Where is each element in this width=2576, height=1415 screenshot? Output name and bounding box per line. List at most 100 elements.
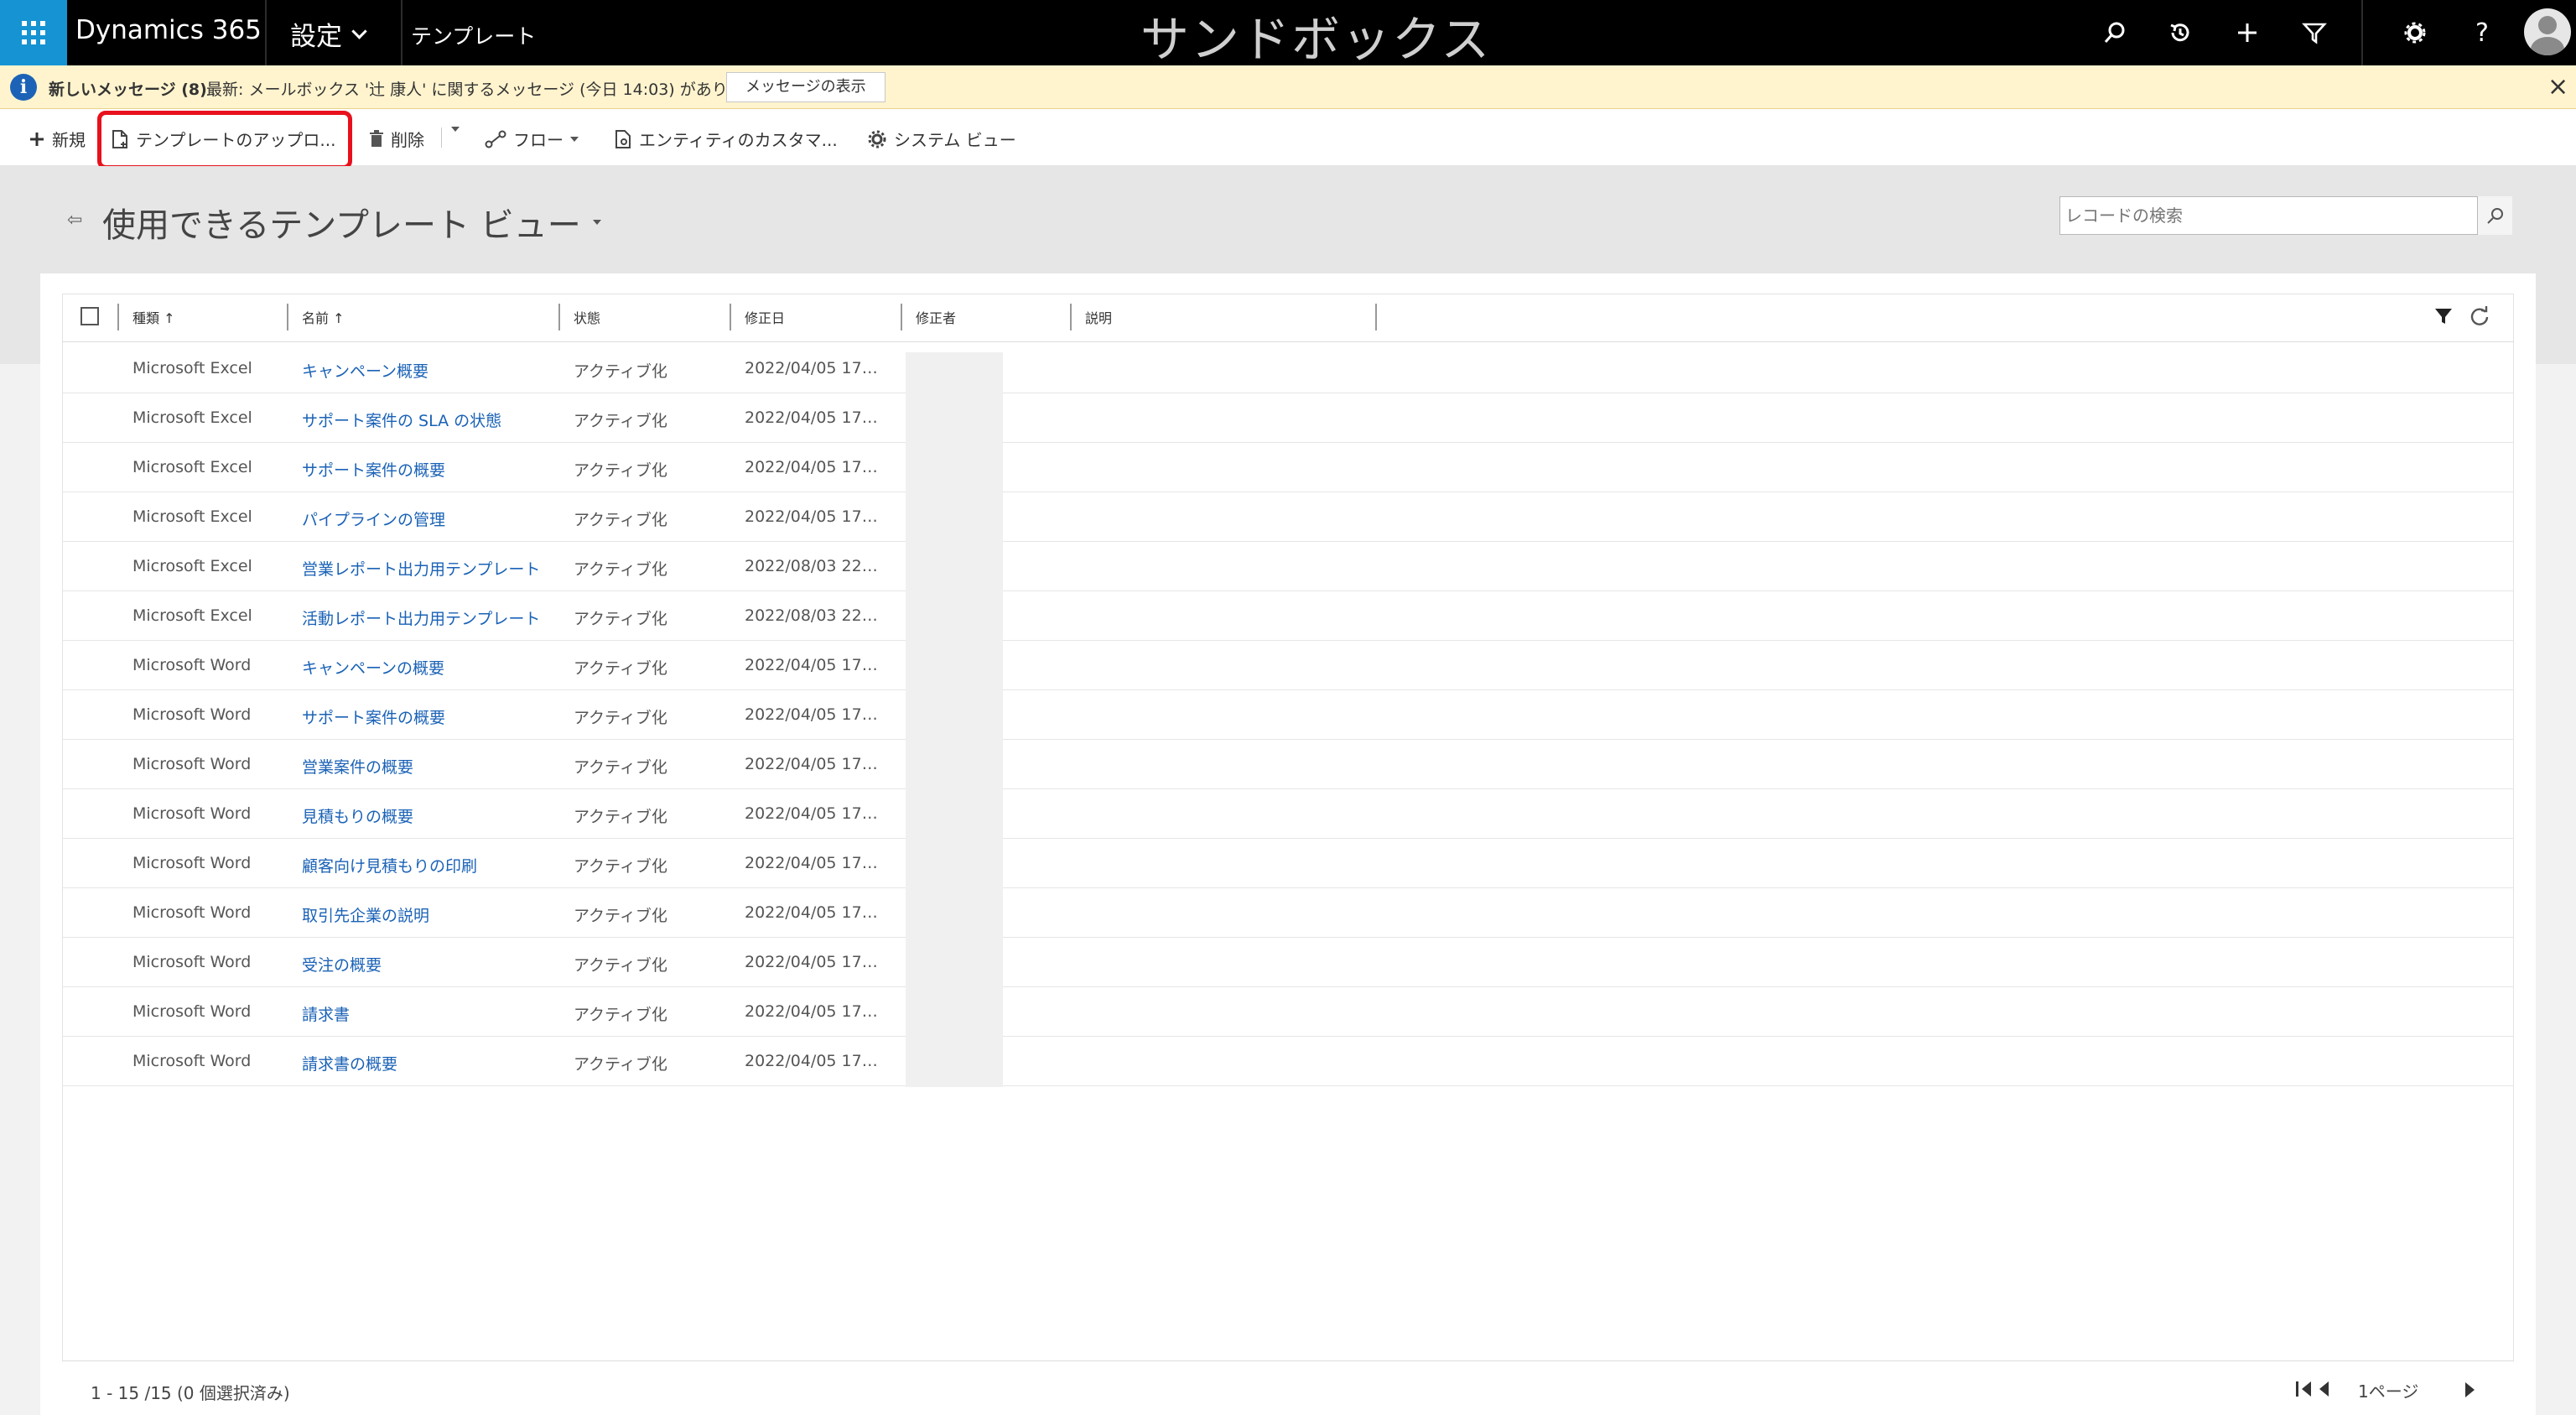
cell-name-link[interactable]: 活動レポート出力用テンプレート bbox=[302, 606, 540, 629]
table-row[interactable]: Microsoft Excel パイプラインの管理 アクティブ化 2022/04… bbox=[62, 492, 2514, 542]
table-row[interactable]: Microsoft Word 営業案件の概要 アクティブ化 2022/04/05… bbox=[62, 740, 2514, 789]
app-brand[interactable]: Dynamics 365 bbox=[75, 15, 262, 45]
grid-tools bbox=[2433, 305, 2490, 327]
gear-icon[interactable] bbox=[2398, 16, 2432, 49]
search-box bbox=[2059, 196, 2512, 235]
cell-name-link[interactable]: 請求書 bbox=[302, 1002, 350, 1025]
app-launcher-button[interactable] bbox=[0, 0, 67, 65]
table-row[interactable]: Microsoft Excel サポート案件の SLA の状態 アクティブ化 2… bbox=[62, 393, 2514, 443]
refresh-icon[interactable] bbox=[2469, 305, 2490, 327]
column-header-type[interactable]: 種類 ↑ bbox=[132, 307, 175, 327]
table-row[interactable]: Microsoft Word 顧客向け見積もりの印刷 アクティブ化 2022/0… bbox=[62, 839, 2514, 888]
column-header-modified-by[interactable]: 修正者 bbox=[916, 307, 956, 327]
view-messages-button[interactable]: メッセージの表示 bbox=[726, 72, 886, 102]
table-row[interactable]: Microsoft Word 受注の概要 アクティブ化 2022/04/05 1… bbox=[62, 938, 2514, 987]
caret-down-icon bbox=[592, 220, 601, 225]
column-divider bbox=[558, 304, 560, 330]
customize-document-icon bbox=[615, 129, 631, 148]
more-commands-dropdown[interactable] bbox=[451, 127, 460, 132]
search-input[interactable] bbox=[2060, 197, 2476, 234]
cell-type: Microsoft Excel bbox=[132, 606, 252, 625]
column-divider bbox=[901, 304, 902, 330]
cell-type: Microsoft Excel bbox=[132, 359, 252, 377]
table-row[interactable]: Microsoft Word キャンペーンの概要 アクティブ化 2022/04/… bbox=[62, 641, 2514, 690]
delete-button[interactable]: 削除 bbox=[369, 127, 424, 151]
history-icon[interactable] bbox=[2163, 16, 2197, 49]
cell-name-link[interactable]: 見積もりの概要 bbox=[302, 804, 413, 827]
pin-icon[interactable]: ⇦ bbox=[67, 210, 82, 231]
breadcrumb-entity[interactable]: テンプレート bbox=[411, 20, 536, 50]
table-row[interactable]: Microsoft Word 取引先企業の説明 アクティブ化 2022/04/0… bbox=[62, 888, 2514, 938]
cell-type: Microsoft Word bbox=[132, 1002, 252, 1021]
system-view-button[interactable]: システム ビュー bbox=[867, 127, 1016, 151]
cell-name-link[interactable]: 顧客向け見積もりの印刷 bbox=[302, 854, 477, 877]
customize-entity-label: エンティティのカスタマ... bbox=[639, 130, 838, 150]
view-selector[interactable]: 使用できるテンプレート ビュー bbox=[102, 198, 601, 247]
cell-name-link[interactable]: サポート案件の概要 bbox=[302, 458, 445, 481]
table-row[interactable]: Microsoft Excel 営業レポート出力用テンプレート アクティブ化 2… bbox=[62, 542, 2514, 591]
area-selector[interactable]: 設定 bbox=[290, 15, 367, 53]
grid-footer: 1 - 15 /15 (0 個選択済み) 1ページ bbox=[62, 1360, 2514, 1415]
cell-name-link[interactable]: 取引先企業の説明 bbox=[302, 903, 429, 926]
cell-modified-on: 2022/04/05 17… bbox=[745, 903, 878, 922]
cell-type: Microsoft Word bbox=[132, 953, 252, 971]
cell-status: アクティブ化 bbox=[574, 808, 667, 826]
filter-icon[interactable] bbox=[2298, 16, 2331, 49]
new-button[interactable]: 新規 bbox=[29, 127, 86, 151]
plus-icon[interactable] bbox=[2231, 16, 2264, 49]
top-navigation-bar: Dynamics 365 設定 テンプレート サンドボックス ? bbox=[0, 0, 2576, 68]
cell-status: アクティブ化 bbox=[574, 659, 667, 678]
cell-modified-on: 2022/04/05 17… bbox=[745, 507, 878, 526]
system-view-label: システム ビュー bbox=[894, 130, 1016, 150]
table-row[interactable]: Microsoft Excel キャンペーン概要 アクティブ化 2022/04/… bbox=[62, 344, 2514, 393]
cell-modified-on: 2022/04/05 17… bbox=[745, 408, 878, 427]
cell-name-link[interactable]: 請求書の概要 bbox=[302, 1052, 397, 1074]
cell-modified-on: 2022/08/03 22… bbox=[745, 557, 878, 575]
table-row[interactable]: Microsoft Word 見積もりの概要 アクティブ化 2022/04/05… bbox=[62, 789, 2514, 839]
search-button[interactable] bbox=[2477, 196, 2512, 235]
cell-type: Microsoft Word bbox=[132, 755, 252, 773]
flow-button[interactable]: フロー bbox=[485, 127, 579, 151]
help-icon[interactable]: ? bbox=[2465, 16, 2499, 49]
cell-name-link[interactable]: サポート案件の SLA の状態 bbox=[302, 408, 501, 431]
cell-status: アクティブ化 bbox=[574, 511, 667, 529]
column-header-modified-on[interactable]: 修正日 bbox=[745, 307, 785, 327]
table-row[interactable]: Microsoft Excel サポート案件の概要 アクティブ化 2022/04… bbox=[62, 443, 2514, 492]
search-icon[interactable] bbox=[2098, 16, 2132, 49]
cell-name-link[interactable]: サポート案件の概要 bbox=[302, 705, 445, 728]
table-row[interactable]: Microsoft Word 請求書 アクティブ化 2022/04/05 17… bbox=[62, 987, 2514, 1037]
cell-name-link[interactable]: 営業レポート出力用テンプレート bbox=[302, 557, 540, 580]
column-header-name[interactable]: 名前 ↑ bbox=[302, 307, 345, 327]
cell-status: アクティブ化 bbox=[574, 907, 667, 925]
cell-name-link[interactable]: キャンペーンの概要 bbox=[302, 656, 444, 679]
table-row[interactable]: Microsoft Excel 活動レポート出力用テンプレート アクティブ化 2… bbox=[62, 591, 2514, 641]
waffle-icon bbox=[22, 21, 45, 44]
cell-modified-on: 2022/04/05 17… bbox=[745, 804, 878, 823]
gear-icon bbox=[868, 130, 886, 148]
next-page-button[interactable] bbox=[2465, 1381, 2475, 1402]
grid-header bbox=[62, 294, 2514, 342]
customize-entity-button[interactable]: エンティティのカスタマ... bbox=[614, 127, 838, 151]
cell-name-link[interactable]: 受注の概要 bbox=[302, 953, 382, 975]
cell-name-link[interactable]: キャンペーン概要 bbox=[302, 359, 428, 382]
notification-title: 新しいメッセージ (8) bbox=[49, 81, 207, 99]
select-all-checkbox[interactable] bbox=[80, 307, 99, 325]
first-page-button[interactable] bbox=[2296, 1381, 2329, 1397]
table-row[interactable]: Microsoft Word 請求書の概要 アクティブ化 2022/04/05 … bbox=[62, 1037, 2514, 1086]
filter-icon[interactable] bbox=[2433, 306, 2454, 326]
new-label: 新規 bbox=[52, 130, 86, 150]
cell-name-link[interactable]: パイプラインの管理 bbox=[302, 507, 445, 530]
avatar[interactable] bbox=[2524, 8, 2571, 55]
first-page-icon bbox=[2296, 1381, 2298, 1397]
cell-modified-on: 2022/04/05 17… bbox=[745, 854, 878, 872]
column-header-description[interactable]: 説明 bbox=[1085, 307, 1112, 327]
info-icon: i bbox=[10, 74, 37, 101]
close-icon[interactable]: × bbox=[2547, 72, 2568, 101]
column-header-status[interactable]: 状態 bbox=[574, 307, 600, 327]
table-row[interactable]: Microsoft Word サポート案件の概要 アクティブ化 2022/04/… bbox=[62, 690, 2514, 740]
search-icon bbox=[2486, 208, 2503, 224]
nav-divider bbox=[265, 0, 267, 65]
cell-name-link[interactable]: 営業案件の概要 bbox=[302, 755, 413, 778]
cell-type: Microsoft Word bbox=[132, 804, 252, 823]
column-divider bbox=[1375, 304, 1377, 330]
